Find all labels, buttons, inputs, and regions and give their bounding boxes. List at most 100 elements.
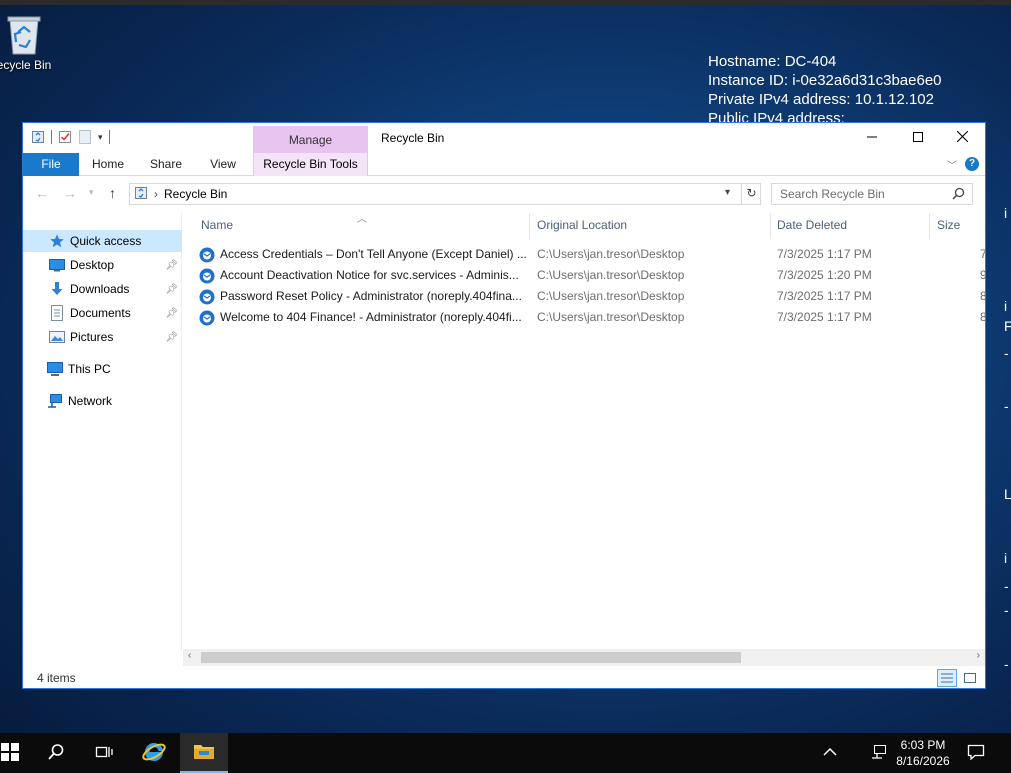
taskbar: 6:03 PM 8/16/2026 [0,733,1011,773]
sidebar-item-label: Network [68,394,113,408]
sidebar-item-pictures[interactable]: Pictures 📌︎ [23,326,182,348]
title-bar[interactable]: ▾ Manage Recycle Bin [23,123,985,153]
date-deleted: 7/3/2025 1:17 PM [777,247,872,261]
show-hidden-icons-button[interactable] [806,733,854,773]
breadcrumb-chevron-icon[interactable]: › [154,187,158,201]
edge-mark: i [1004,550,1008,566]
expand-ribbon-icon[interactable]: ﹀ [947,157,957,172]
column-header-location[interactable]: Original Location [537,211,767,239]
recent-locations-icon[interactable]: ▾ [89,187,94,198]
sidebar-item-quick-access[interactable]: Quick access [23,230,182,252]
date-deleted: 7/3/2025 1:17 PM [777,289,872,303]
column-header-size[interactable]: Size [937,211,977,239]
table-row[interactable]: Account Deactivation Notice for svc.serv… [183,265,985,286]
download-icon [49,281,65,297]
qat-separator [51,130,52,144]
up-arrow-icon[interactable]: ↑ [109,185,116,201]
tab-home[interactable]: Home [83,153,133,176]
sidebar-item-label: Downloads [70,282,130,296]
hostname-text: Hostname: DC-404 [708,53,837,70]
thunderbird-message-icon [199,310,215,326]
recycle-bin-label: ecycle Bin [0,58,52,72]
file-size: 9 [980,265,985,286]
refresh-icon[interactable]: ↻ [741,183,761,205]
customize-qat-icon[interactable]: ▾ [98,132,103,143]
sidebar-item-network[interactable]: Network [23,390,182,412]
file-size: 8 [980,286,985,307]
pin-icon[interactable]: 📌︎ [165,260,178,271]
network-tray-icon [871,744,889,763]
file-name: Welcome to 404 Finance! - Administrator … [220,310,522,324]
column-header-date-deleted[interactable]: Date Deleted [777,211,927,239]
date-deleted: 7/3/2025 1:20 PM [777,268,872,282]
details-view-button[interactable] [937,669,957,687]
forward-arrow-icon[interactable]: → [63,185,77,201]
address-dropdown-icon[interactable]: ▾ [725,187,730,198]
edge-mark: i [1004,298,1008,314]
column-divider[interactable] [529,213,530,239]
table-row[interactable]: Welcome to 404 Finance! - Administrator … [183,307,985,328]
internet-explorer-button[interactable] [130,733,178,773]
table-row[interactable]: Access Credentials – Don't Tell Anyone (… [183,244,985,265]
file-explorer-button[interactable] [180,733,228,773]
start-button[interactable] [0,733,34,773]
tab-view[interactable]: View [199,153,247,176]
pin-icon[interactable]: 📌︎ [165,284,178,295]
sidebar-item-desktop[interactable]: Desktop 📌︎ [23,254,182,276]
computer-icon [47,361,63,377]
back-arrow-icon[interactable]: ← [35,185,49,201]
address-row: ← → ▾ ↑ › Recycle Bin ▾ ↻ Search Recycle… [23,177,985,209]
action-center-button[interactable] [952,733,1000,773]
large-icons-view-icon [961,673,979,688]
maximize-icon [913,131,923,145]
file-name-cell: Password Reset Policy - Administrator (n… [199,286,531,307]
clock[interactable]: 6:03 PM 8/16/2026 [888,737,958,769]
manage-contextual-tab[interactable]: Manage [253,126,368,153]
desktop-recycle-bin[interactable]: ecycle Bin [0,12,56,72]
item-count: 4 items [37,671,76,685]
minimize-button[interactable] [849,123,895,153]
task-view-button[interactable] [80,733,128,773]
clock-time: 6:03 PM [900,738,946,752]
desktop-icon [49,257,65,273]
maximize-button[interactable] [895,123,941,153]
tab-file[interactable]: File [23,153,79,176]
column-divider[interactable] [929,213,930,239]
scrollbar-thumb[interactable] [201,652,741,663]
qat-separator [108,130,110,144]
help-icon[interactable]: ? [965,157,979,171]
star-icon [49,233,65,249]
chevron-up-icon [823,746,837,760]
properties-icon[interactable] [58,130,72,144]
search-button[interactable] [32,733,80,773]
edge-mark: L [1004,486,1011,502]
file-size: 8 [980,307,985,328]
window-recycle-icon[interactable] [31,130,45,144]
sidebar-item-label: This PC [68,362,111,376]
new-folder-icon[interactable] [78,130,92,144]
scroll-right-icon[interactable]: › [977,650,980,661]
sidebar-item-documents[interactable]: Documents 📌︎ [23,302,182,324]
large-icons-view-button[interactable] [960,669,980,687]
pin-icon[interactable]: 📌︎ [165,308,178,319]
sidebar-item-label: Desktop [70,258,115,272]
column-header-name[interactable]: Name [201,211,529,239]
window-title: Recycle Bin [381,131,445,145]
edge-mark: - [1004,656,1009,672]
address-bar[interactable]: › Recycle Bin [129,183,761,205]
document-icon [49,305,65,321]
folder-icon [193,742,215,763]
sidebar-item-this-pc[interactable]: This PC [23,358,182,380]
pin-icon[interactable]: 📌︎ [165,332,178,343]
search-input[interactable]: Search Recycle Bin [771,183,973,205]
table-row[interactable]: Password Reset Policy - Administrator (n… [183,286,985,307]
column-divider[interactable] [770,213,771,239]
thunderbird-message-icon [199,289,215,305]
horizontal-scrollbar[interactable]: ‹ › [183,649,985,666]
close-button[interactable] [939,123,985,153]
thunderbird-message-icon [199,247,215,263]
tab-share[interactable]: Share [141,153,191,176]
sidebar-item-downloads[interactable]: Downloads 📌︎ [23,278,182,300]
tab-recycle-bin-tools[interactable]: Recycle Bin Tools [253,153,368,176]
scroll-left-icon[interactable]: ‹ [188,650,191,661]
